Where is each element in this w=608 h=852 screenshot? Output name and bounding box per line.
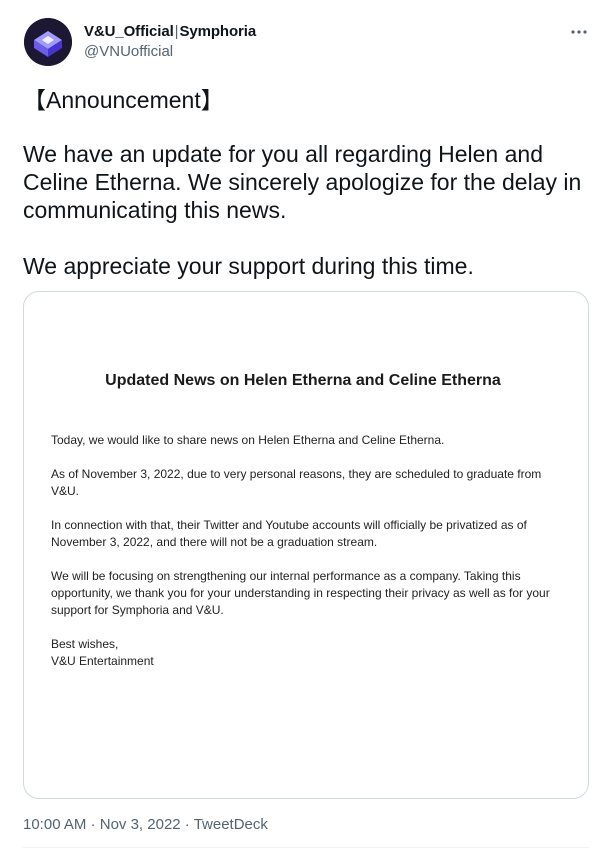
attached-image[interactable]: Updated News on Helen Etherna and Celine… — [23, 291, 589, 799]
account-name: V&U_Official — [84, 23, 174, 40]
tweet-source[interactable]: TweetDeck — [194, 816, 268, 833]
group-name: Symphoria — [179, 23, 257, 40]
meta-dot: · — [90, 816, 96, 833]
tweet-metadata: 10:00 AM · Nov 3, 2022 · TweetDeck — [23, 816, 268, 833]
tweet-paragraph: 【Announcement】 — [23, 87, 224, 113]
document-paragraph: In connection with that, their Twitter a… — [51, 518, 527, 549]
tweet-text: 【Announcement】 We have an update for you… — [23, 86, 583, 280]
document-closing: Best wishes, V&U Entertainment — [51, 636, 561, 670]
vnu-logo-icon — [24, 18, 72, 66]
document-title: Updated News on Helen Etherna and Celine… — [105, 372, 501, 389]
tweet: V&U_Official|Symphoria @VNUofficial 【Ann… — [0, 0, 608, 852]
account-handle[interactable]: @VNUofficial — [84, 43, 173, 60]
display-name[interactable]: V&U_Official|Symphoria — [84, 23, 256, 40]
document-body: Today, we would like to share news on He… — [51, 432, 561, 670]
document-paragraph: As of November 3, 2022, due to very pers… — [51, 467, 542, 498]
tweet-paragraph: We appreciate your support during this t… — [23, 253, 474, 279]
tweet-time[interactable]: 10:00 AM — [23, 816, 86, 833]
divider — [23, 847, 589, 848]
tweet-date[interactable]: Nov 3, 2022 — [100, 816, 181, 833]
closing-line: Best wishes, — [51, 637, 119, 651]
more-horizontal-icon — [571, 30, 587, 34]
document-paragraph: Today, we would like to share news on He… — [51, 433, 445, 447]
tweet-paragraph: We have an update for you all regarding … — [23, 141, 582, 223]
more-options-button[interactable] — [566, 20, 592, 44]
document-paragraph: We will be focusing on strengthening our… — [51, 569, 550, 617]
avatar[interactable] — [24, 18, 72, 66]
signature-line: V&U Entertainment — [51, 654, 154, 668]
meta-dot: · — [184, 816, 190, 833]
